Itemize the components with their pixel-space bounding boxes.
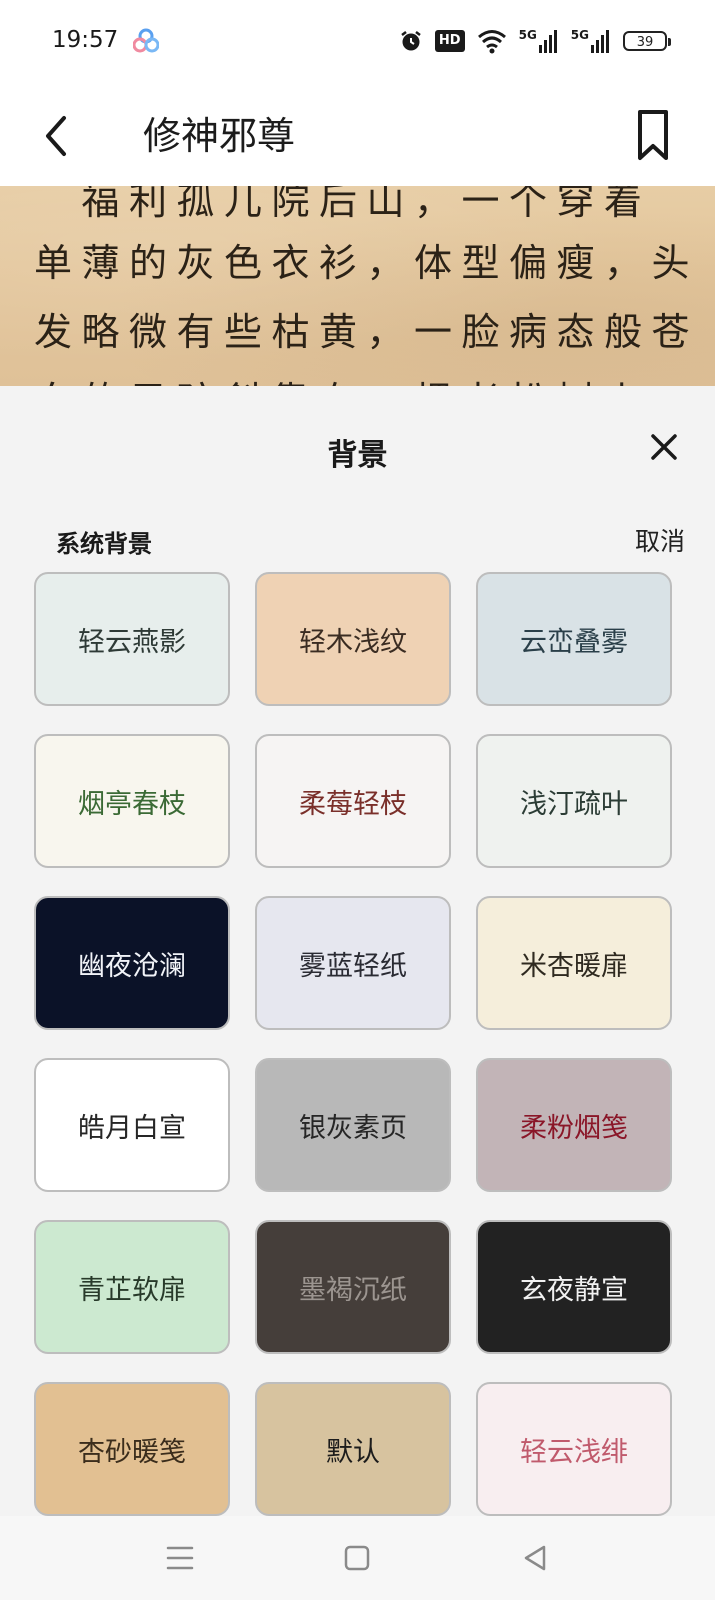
background-option-label: 烟亭春枝 <box>78 788 186 820</box>
status-icons: HD 5G 5G 39 <box>399 26 671 56</box>
background-option-tile[interactable]: 青芷软扉 <box>34 1220 230 1354</box>
background-option-tile[interactable]: 幽夜沧澜 <box>34 896 230 1030</box>
reading-line: 福利孤儿院后山，一个穿着 <box>34 186 652 223</box>
background-option-label: 云峦叠雾 <box>520 626 628 658</box>
background-option-label: 银灰素页 <box>299 1112 407 1144</box>
status-bar: 19:57 HD 5G 5G 39 <box>0 0 715 86</box>
battery-icon: 39 <box>623 31 671 51</box>
background-option-tile[interactable]: 米杏暖扉 <box>476 896 672 1030</box>
home-icon[interactable] <box>337 1538 377 1578</box>
close-icon[interactable] <box>645 428 683 466</box>
background-option-tile[interactable]: 轻云燕影 <box>34 572 230 706</box>
background-sheet: 背景 系统背景 取消 轻云燕影 轻木浅纹 云峦叠雾烟亭春枝 柔莓轻枝 浅汀疏叶幽夜沧澜 雾… <box>0 386 715 1516</box>
background-option-tile[interactable]: 皓月白宣 <box>34 1058 230 1192</box>
menu-icon[interactable] <box>160 1538 200 1578</box>
background-option-label: 轻云浅绯 <box>520 1436 628 1468</box>
background-option-label: 浅汀疏叶 <box>520 788 628 820</box>
background-option-tile[interactable]: 浅汀疏叶 <box>476 734 672 868</box>
status-time: 19:57 <box>52 27 119 53</box>
background-option-tile[interactable]: 银灰素页 <box>255 1058 451 1192</box>
background-option-tile[interactable]: 玄夜静宣 <box>476 1220 672 1354</box>
background-option-label: 轻木浅纹 <box>299 626 407 658</box>
hd-icon: HD <box>434 30 465 52</box>
background-option-label: 杏砂暖笺 <box>78 1436 186 1468</box>
reading-line: 白的男孩斜靠在一棵老松树上 <box>34 370 684 386</box>
book-title: 修神邪尊 <box>143 114 296 158</box>
app-cluster-icon <box>133 28 159 53</box>
signal-5g-icon: 5G <box>519 29 559 53</box>
background-option-tile[interactable]: 柔粉烟笺 <box>476 1058 672 1192</box>
background-option-tile[interactable]: 墨褐沉纸 <box>255 1220 451 1354</box>
background-option-tile[interactable]: 默认 <box>255 1382 451 1516</box>
background-option-label: 米杏暖扉 <box>520 950 628 982</box>
reading-preview: 福利孤儿院后山，一个穿着 单薄的灰色衣衫，体型偏瘦，头 发略微有些枯黄，一脸病态… <box>0 186 715 386</box>
reading-line: 发略微有些枯黄，一脸病态般苍 <box>34 310 700 354</box>
background-option-label: 皓月白宣 <box>78 1112 186 1144</box>
back-triangle-icon[interactable] <box>515 1538 555 1578</box>
section-label: 系统背景 <box>56 530 152 558</box>
background-option-label: 雾蓝轻纸 <box>299 950 407 982</box>
background-option-label: 幽夜沧澜 <box>78 950 186 982</box>
background-option-label: 玄夜静宣 <box>520 1274 628 1306</box>
reading-line: 单薄的灰色衣衫，体型偏瘦，头 <box>34 241 700 285</box>
background-option-tile[interactable]: 烟亭春枝 <box>34 734 230 868</box>
cancel-button[interactable]: 取消 <box>635 522 685 558</box>
background-option-label: 柔粉烟笺 <box>520 1112 628 1144</box>
background-option-tile[interactable]: 轻云浅绯 <box>476 1382 672 1516</box>
system-nav-bar <box>0 1516 715 1600</box>
background-option-label: 青芷软扉 <box>78 1274 186 1306</box>
background-option-tile[interactable]: 柔莓轻枝 <box>255 734 451 868</box>
background-option-label: 柔莓轻枝 <box>299 788 407 820</box>
chevron-left-icon[interactable] <box>30 106 90 166</box>
background-option-label: 轻云燕影 <box>78 626 186 658</box>
alarm-icon <box>401 31 421 51</box>
app-header: 修神邪尊 <box>0 86 715 186</box>
background-option-label: 墨褐沉纸 <box>299 1274 407 1306</box>
wifi-icon <box>477 30 506 54</box>
sheet-title: 背景 <box>327 438 388 473</box>
background-option-label: 默认 <box>326 1436 380 1468</box>
background-option-tile[interactable]: 云峦叠雾 <box>476 572 672 706</box>
background-option-tile[interactable]: 雾蓝轻纸 <box>255 896 451 1030</box>
signal-5g-icon-2: 5G <box>571 29 611 53</box>
bookmark-icon[interactable] <box>630 104 676 168</box>
background-option-tile[interactable]: 轻木浅纹 <box>255 572 451 706</box>
background-option-tile[interactable]: 杏砂暖笺 <box>34 1382 230 1516</box>
